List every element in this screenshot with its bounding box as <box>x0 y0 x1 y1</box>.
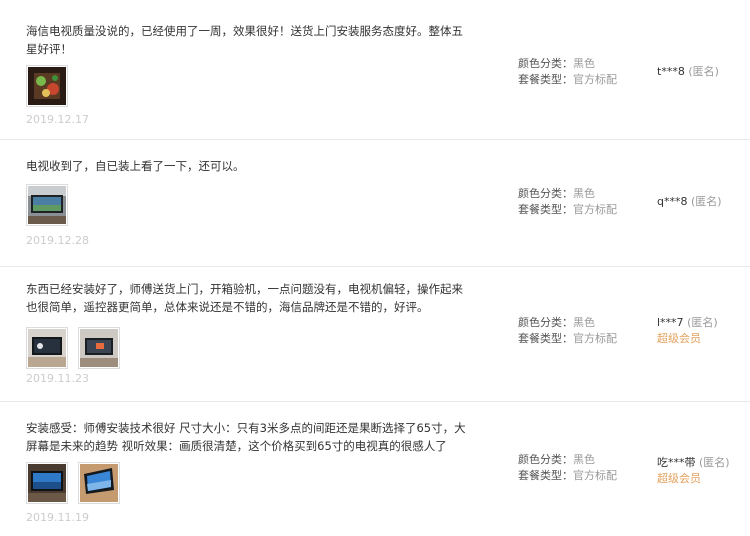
review-text: 海信电视质量没说的，已经使用了一周，效果很好！送货上门安装服务态度好。整体五星好… <box>26 24 463 56</box>
review-photos <box>26 184 68 226</box>
package-label: 套餐类型： <box>518 73 573 86</box>
package-label: 套餐类型： <box>518 469 573 482</box>
review-photo-thumbnail[interactable] <box>26 462 68 504</box>
review-photos <box>26 65 68 107</box>
color-label: 颜色分类： <box>518 316 573 329</box>
reviewer: l***7 (匿名) 超级会员 <box>657 315 718 347</box>
package-label: 套餐类型： <box>518 332 573 345</box>
photo-image <box>28 464 66 502</box>
review-text: 电视收到了，自已装上看了一下，还可以。 <box>26 159 245 173</box>
package-label: 套餐类型： <box>518 203 573 216</box>
anonymous-tag: (匿名) <box>690 195 722 208</box>
photo-image <box>28 329 66 367</box>
color-label: 颜色分类： <box>518 187 573 200</box>
color-label: 颜色分类： <box>518 453 573 466</box>
photo-image <box>28 186 66 224</box>
review-meta: 颜色分类：黑色 套餐类型：官方标配 <box>518 315 617 347</box>
review-photo-thumbnail[interactable] <box>78 462 120 504</box>
anonymous-tag: (匿名) <box>687 316 718 329</box>
review-photo-thumbnail[interactable] <box>26 184 68 226</box>
review-date: 2019.11.19 <box>26 511 89 524</box>
review-item: 安装感受：师傅安装技术很好 尺寸大小：只有3米多点的间距还是果断选择了65寸，大… <box>0 402 750 536</box>
review-photos <box>26 462 120 504</box>
review-photos <box>26 327 120 369</box>
review-date: 2019.11.23 <box>26 372 89 385</box>
review-item: 东西已经安装好了，师傅送货上门，开箱验机，一点问题没有，电视机偏轻，操作起来也很… <box>0 267 750 402</box>
color-label: 颜色分类： <box>518 57 573 70</box>
review-photo-thumbnail[interactable] <box>26 327 68 369</box>
review-date: 2019.12.17 <box>26 113 89 126</box>
photo-image <box>80 329 118 367</box>
review-text: 东西已经安装好了，师傅送货上门，开箱验机，一点问题没有，电视机偏轻，操作起来也很… <box>26 282 463 314</box>
member-badge: 超级会员 <box>657 332 701 345</box>
review-photo-thumbnail[interactable] <box>78 327 120 369</box>
anonymous-tag: (匿名) <box>699 456 730 469</box>
review-item: 海信电视质量没说的，已经使用了一周，效果很好！送货上门安装服务态度好。整体五星好… <box>0 0 750 140</box>
member-badge: 超级会员 <box>657 472 701 485</box>
reviewer-name: l***7 <box>657 316 684 329</box>
review-text: 安装感受：师傅安装技术很好 尺寸大小：只有3米多点的间距还是果断选择了65寸，大… <box>26 421 466 453</box>
reviewer-name: t***8 <box>657 65 685 78</box>
reviewer: 吃***带 (匿名) 超级会员 <box>657 455 730 487</box>
photo-image <box>80 464 118 502</box>
reviewer: q***8 (匿名) <box>657 194 722 210</box>
color-value: 黑色 <box>573 453 595 466</box>
review-photo-thumbnail[interactable] <box>26 65 68 107</box>
reviewer-name: 吃***带 <box>657 456 696 469</box>
package-value: 官方标配 <box>573 73 617 86</box>
reviewer-name: q***8 <box>657 195 688 208</box>
color-value: 黑色 <box>573 57 595 70</box>
review-meta: 颜色分类：黑色 套餐类型：官方标配 <box>518 452 617 484</box>
review-date: 2019.12.28 <box>26 234 89 247</box>
package-value: 官方标配 <box>573 332 617 345</box>
package-value: 官方标配 <box>573 469 617 482</box>
photo-image <box>28 67 66 105</box>
review-item: 电视收到了，自已装上看了一下，还可以。 2019.12.28 颜色分类：黑色 套… <box>0 140 750 267</box>
color-value: 黑色 <box>573 187 595 200</box>
review-meta: 颜色分类：黑色 套餐类型：官方标配 <box>518 186 617 218</box>
review-meta: 颜色分类：黑色 套餐类型：官方标配 <box>518 56 617 88</box>
package-value: 官方标配 <box>573 203 617 216</box>
reviewer: t***8 (匿名) <box>657 64 719 80</box>
color-value: 黑色 <box>573 316 595 329</box>
anonymous-tag: (匿名) <box>688 65 719 78</box>
